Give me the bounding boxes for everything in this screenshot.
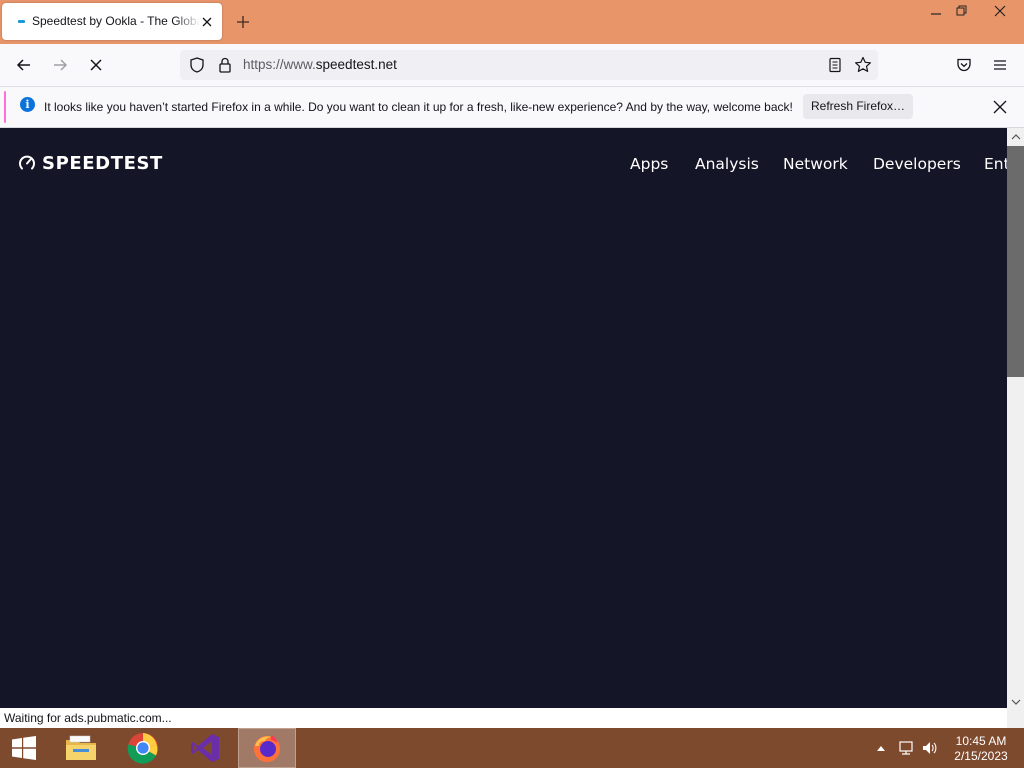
url-prefix: https://www. <box>243 57 316 72</box>
nav-link-analysis[interactable]: Analysis <box>695 155 759 173</box>
visual-studio-icon[interactable] <box>176 728 234 768</box>
tracking-protection-shield-icon[interactable] <box>188 56 206 79</box>
lock-icon[interactable] <box>217 56 233 79</box>
info-icon: i <box>20 97 35 112</box>
tab-close-icon[interactable] <box>199 14 215 30</box>
refresh-firefox-button[interactable]: Refresh Firefox… <box>803 94 913 119</box>
hamburger-menu-icon[interactable] <box>986 51 1014 79</box>
scrollbar-thumb[interactable] <box>1007 146 1024 377</box>
speedtest-favicon-icon <box>18 20 25 23</box>
new-tab-button[interactable] <box>233 12 253 32</box>
notification-accent <box>4 91 6 123</box>
nav-link-network[interactable]: Network <box>783 155 848 173</box>
forward-arrow-icon[interactable] <box>46 51 74 79</box>
navigation-toolbar: https://www.speedtest.net <box>0 44 1024 86</box>
volume-icon[interactable] <box>920 728 940 768</box>
tab-title: Speedtest by Ookla - The Global Broadban… <box>32 14 200 28</box>
speedtest-logo-icon[interactable] <box>18 154 36 172</box>
url-host: speedtest.net <box>315 57 397 72</box>
web-page-content: SPEEDTEST Apps Analysis Network Develope… <box>0 128 1007 708</box>
network-icon[interactable] <box>896 728 916 768</box>
start-button[interactable] <box>0 728 48 768</box>
clock-date: 2/15/2023 <box>954 749 1008 763</box>
bookmark-star-icon[interactable] <box>853 55 873 80</box>
pocket-icon[interactable] <box>950 51 978 79</box>
scroll-up-arrow-icon[interactable] <box>1007 129 1024 145</box>
status-text: Waiting for ads.pubmatic.com... <box>4 711 172 725</box>
notification-bar: i It looks like you haven’t started Fire… <box>0 86 1024 128</box>
title-bar: Speedtest by Ookla - The Global Broadban… <box>0 0 1024 44</box>
restore-button[interactable] <box>947 0 977 22</box>
status-panel: Waiting for ads.pubmatic.com... <box>0 708 1007 728</box>
notification-close-icon[interactable] <box>990 97 1010 117</box>
close-window-button[interactable] <box>985 0 1015 22</box>
clock-time: 10:45 AM <box>955 734 1007 748</box>
file-explorer-icon[interactable] <box>52 728 110 768</box>
notification-message: It looks like you haven’t started Firefo… <box>44 100 793 114</box>
scroll-down-arrow-icon[interactable] <box>1007 694 1024 710</box>
nav-link-developers[interactable]: Developers <box>873 155 961 173</box>
chrome-icon[interactable] <box>114 728 172 768</box>
url-text[interactable]: https://www.speedtest.net <box>243 57 397 72</box>
speedtest-logo[interactable]: SPEEDTEST <box>42 153 163 174</box>
back-arrow-icon[interactable] <box>10 51 38 79</box>
taskbar: 10:45 AM 2/15/2023 <box>0 728 1024 768</box>
nav-link-apps[interactable]: Apps <box>630 155 668 173</box>
stop-loading-icon[interactable] <box>82 51 110 79</box>
taskbar-clock[interactable]: 10:45 AM 2/15/2023 <box>946 734 1016 764</box>
url-bar[interactable]: https://www.speedtest.net <box>180 50 878 80</box>
tab-speedtest[interactable]: Speedtest by Ookla - The Global Broadban… <box>2 3 222 40</box>
firefox-icon[interactable] <box>238 728 296 768</box>
reader-view-icon[interactable] <box>826 56 844 79</box>
nav-link-enterprise[interactable]: Ent <box>984 155 1007 173</box>
show-hidden-icons-button[interactable] <box>874 728 888 768</box>
